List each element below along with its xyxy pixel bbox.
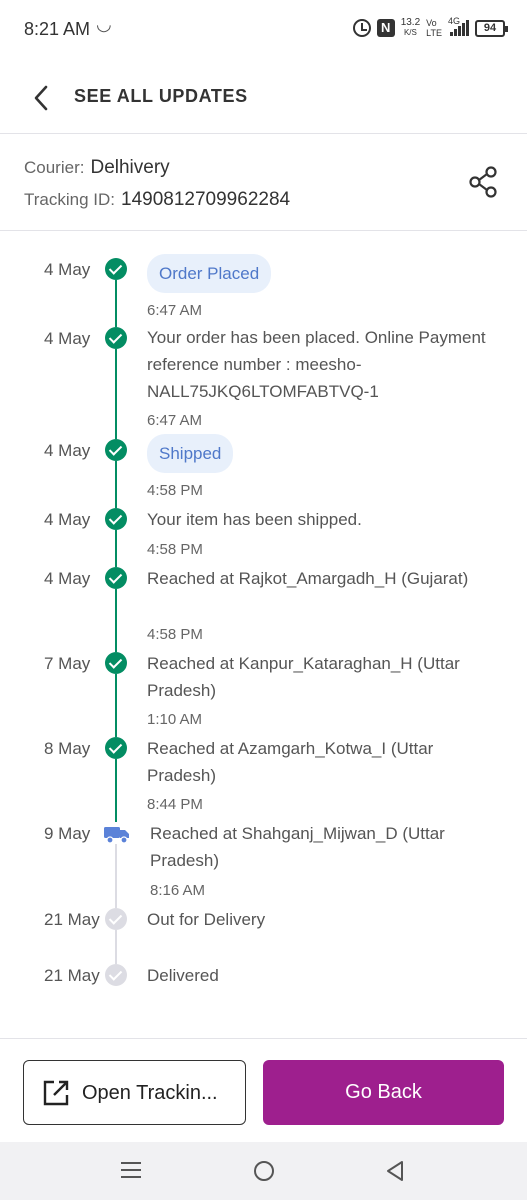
- status-bar: 8:21 AM ◡ N 13.2 K/S Vo LTE 4G 94: [0, 0, 527, 62]
- timeline-connector: [115, 674, 117, 737]
- timeline-connector: [115, 930, 117, 964]
- go-back-label: Go Back: [345, 1081, 422, 1103]
- volte-top: Vo: [426, 18, 437, 28]
- recent-apps-icon[interactable]: [121, 1162, 141, 1180]
- event-description: Delivered: [147, 966, 219, 985]
- timeline-connector: [115, 589, 117, 652]
- volte-indicator: Vo LTE: [426, 18, 442, 38]
- event-status-pill: Order Placed: [147, 254, 492, 293]
- event-description: Your item has been shipped.: [147, 510, 362, 529]
- timeline-connector: [115, 759, 117, 822]
- event-time: 8:16 AM: [150, 882, 206, 899]
- courier-label: Courier:: [24, 158, 85, 177]
- event-description: Reached at Kanpur_Kataraghan_H (Uttar Pr…: [147, 654, 460, 700]
- volte-bottom: LTE: [426, 28, 442, 38]
- event-description: Reached at Azamgarh_Kotwa_I (Uttar Prade…: [147, 739, 434, 785]
- check-circle-icon: [105, 258, 127, 280]
- event-description: Your order has been placed. Online Payme…: [147, 328, 486, 401]
- status-badge: Shipped: [147, 434, 234, 473]
- nav-back-icon[interactable]: [385, 1160, 405, 1182]
- event-description: Out for Delivery: [147, 910, 266, 929]
- signal-icon: 4G: [448, 16, 469, 36]
- share-button[interactable]: [467, 165, 501, 199]
- go-back-button[interactable]: Go Back: [263, 1060, 504, 1125]
- event-description: Reached at Shahganj_Mijwan_D (Uttar Prad…: [150, 824, 445, 870]
- event-time: 4:58 PM: [147, 626, 203, 643]
- courier-value: Delhivery: [90, 157, 170, 178]
- timeline-connector: [115, 349, 117, 439]
- event-description: Reached at Rajkot_Amargadh_H (Gujarat): [147, 569, 469, 588]
- page-title: SEE ALL UPDATES: [74, 86, 248, 106]
- event-date: 7 May: [44, 654, 91, 673]
- event-date: 4 May: [44, 260, 91, 279]
- network-speed-value: 13.2: [400, 17, 421, 28]
- alarm-icon: [352, 19, 371, 37]
- check-circle-icon: [105, 737, 127, 759]
- event-time: 8:44 PM: [147, 796, 203, 813]
- notification-icon: ◡: [96, 14, 112, 34]
- check-circle-icon: [105, 567, 127, 589]
- event-date: 4 May: [44, 441, 91, 460]
- nfc-icon: N: [376, 19, 395, 37]
- check-circle-icon: [105, 652, 127, 674]
- event-date: 4 May: [44, 510, 91, 529]
- event-date: 4 May: [44, 569, 91, 588]
- tracking-label: Tracking ID:: [24, 190, 116, 209]
- open-tracking-label: Open Trackin...: [82, 1082, 218, 1104]
- system-nav-bar: [0, 1142, 527, 1200]
- event-date: 21 May: [44, 910, 100, 929]
- check-circle-icon: [105, 508, 127, 530]
- check-circle-icon: [105, 327, 127, 349]
- bottom-action-bar: Open Trackin... Go Back: [0, 1038, 527, 1142]
- timeline-connector: [115, 530, 117, 567]
- event-time: 6:47 AM: [147, 302, 203, 319]
- status-badge: Order Placed: [147, 254, 272, 293]
- check-circle-icon: [105, 439, 127, 461]
- network-speed: 13.2 K/S: [401, 18, 420, 38]
- network-speed-unit: K/S: [403, 28, 417, 37]
- event-status-pill: Shipped: [147, 434, 492, 473]
- timeline-connector: [115, 844, 117, 908]
- page-header: SEE ALL UPDATES: [0, 62, 527, 134]
- tracking-row: Tracking ID: 1490812709962284: [24, 189, 290, 211]
- battery-icon: 94: [475, 19, 508, 37]
- open-tracking-button[interactable]: Open Trackin...: [23, 1060, 246, 1125]
- home-icon[interactable]: [254, 1161, 274, 1181]
- event-time: 1:10 AM: [147, 711, 203, 728]
- check-circle-icon: [105, 908, 127, 930]
- event-date: 21 May: [44, 966, 100, 985]
- event-time: 4:58 PM: [147, 541, 203, 558]
- truck-icon: [104, 827, 129, 844]
- timeline-connector: [115, 280, 117, 327]
- back-button[interactable]: [24, 80, 60, 116]
- status-icons: N 13.2 K/S Vo LTE 4G 94: [352, 16, 508, 38]
- timeline-connector: [115, 461, 117, 508]
- event-time: 6:47 AM: [147, 412, 203, 429]
- courier-row: Courier: Delhivery: [24, 157, 170, 179]
- chevron-left-icon: [34, 85, 48, 111]
- tracking-id: 1490812709962284: [121, 189, 291, 210]
- courier-info: Courier: Delhivery Tracking ID: 1490812709…: [0, 135, 527, 231]
- share-icon: [469, 166, 497, 198]
- event-time: 4:58 PM: [147, 482, 203, 499]
- event-date: 8 May: [44, 739, 91, 758]
- check-circle-icon: [105, 964, 127, 986]
- external-link-icon: [43, 1080, 69, 1106]
- network-type: 4G: [448, 16, 461, 26]
- event-date: 4 May: [44, 329, 91, 348]
- status-time: 8:21 AM: [24, 19, 91, 39]
- event-date: 9 May: [44, 824, 91, 843]
